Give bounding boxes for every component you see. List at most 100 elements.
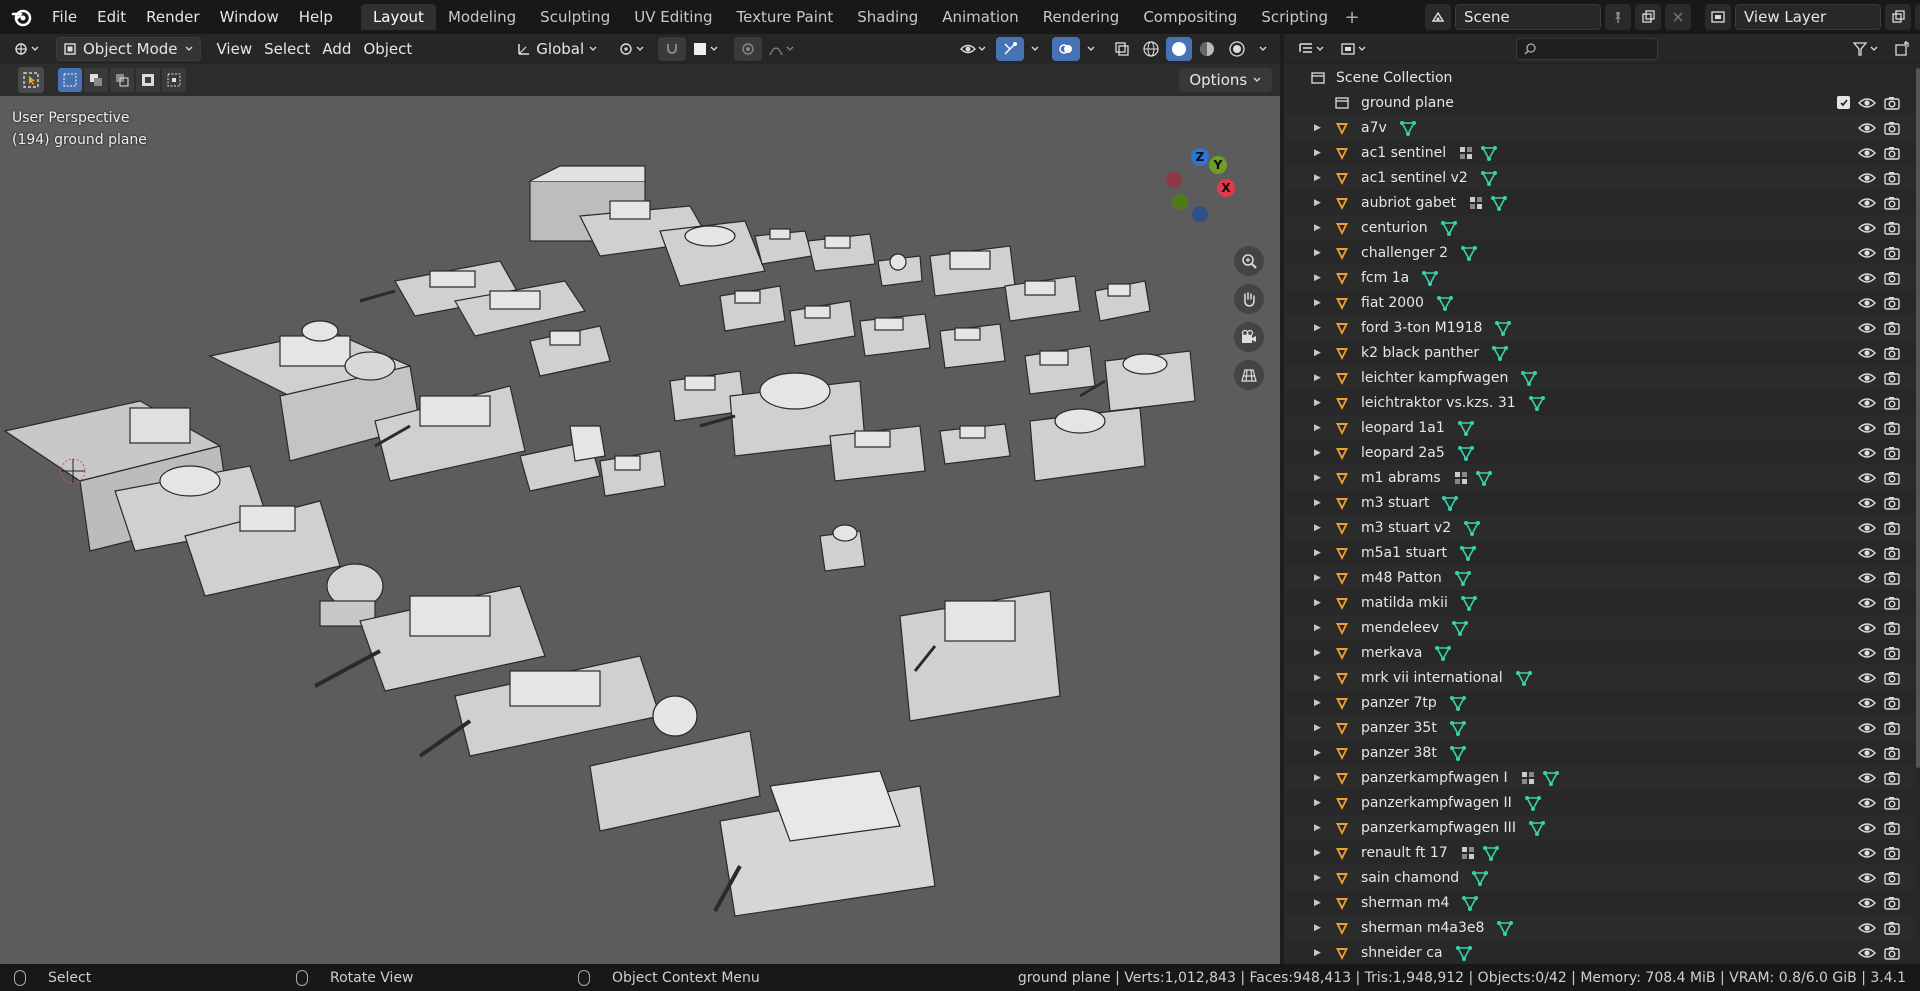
outliner-item-data-icons[interactable]	[1449, 719, 1467, 737]
expand-arrow-icon[interactable]: ▶	[1314, 948, 1321, 958]
gizmo-toggle[interactable]	[996, 37, 1024, 61]
tab-rendering[interactable]: Rendering	[1031, 4, 1132, 30]
scene-name-field[interactable]: Scene	[1455, 4, 1601, 30]
outliner-scrollbar[interactable]	[1916, 68, 1920, 768]
expand-arrow-icon[interactable]: ▶	[1314, 298, 1321, 308]
camera-render-icon[interactable]	[1884, 846, 1900, 860]
outliner-object-row[interactable]: ▶ panzer 7tp	[1284, 690, 1914, 715]
expand-arrow-icon[interactable]: ▶	[1314, 648, 1321, 658]
pin-scene-icon[interactable]	[1605, 4, 1631, 30]
expand-arrow-icon[interactable]: ▶	[1314, 723, 1321, 733]
camera-render-icon[interactable]	[1884, 271, 1900, 285]
outliner-object-row[interactable]: ▶ m3 stuart	[1284, 490, 1914, 515]
expand-arrow-icon[interactable]: ▶	[1314, 323, 1321, 333]
eye-icon[interactable]	[1858, 146, 1876, 160]
outliner-item-data-icons[interactable]	[1468, 194, 1508, 212]
camera-render-icon[interactable]	[1884, 621, 1900, 635]
view-layer-name-field[interactable]: View Layer	[1735, 4, 1881, 30]
outliner-item-data-icons[interactable]	[1436, 294, 1454, 312]
expand-arrow-icon[interactable]: ▶	[1314, 473, 1321, 483]
eye-icon[interactable]	[1858, 296, 1876, 310]
tab-sculpting[interactable]: Sculpting	[528, 4, 622, 30]
shading-wireframe-button[interactable]	[1136, 37, 1166, 61]
menu-render[interactable]: Render	[136, 4, 209, 30]
menu-window[interactable]: Window	[210, 4, 289, 30]
outliner-item-data-icons[interactable]	[1421, 269, 1439, 287]
scene-browse-icon[interactable]	[1425, 4, 1451, 30]
outliner-item-data-icons[interactable]	[1524, 794, 1542, 812]
outliner-object-row[interactable]: ▶ ac1 sentinel v2	[1284, 165, 1914, 190]
outliner-item-data-icons[interactable]	[1449, 744, 1467, 762]
expand-arrow-icon[interactable]: ▶	[1314, 873, 1321, 883]
camera-render-icon[interactable]	[1884, 396, 1900, 410]
expand-arrow-icon[interactable]: ▶	[1314, 748, 1321, 758]
eye-icon[interactable]	[1858, 496, 1876, 510]
eye-icon[interactable]	[1858, 621, 1876, 635]
visibility-dropdown[interactable]	[954, 37, 996, 61]
outliner-object-row[interactable]: ▶ leichtraktor vs.kzs. 31	[1284, 390, 1914, 415]
editor-type-button[interactable]	[8, 37, 48, 61]
filter-dropdown[interactable]	[1846, 37, 1888, 61]
outliner-collection-row[interactable]: ground plane	[1284, 90, 1914, 115]
tab-compositing[interactable]: Compositing	[1131, 4, 1249, 30]
expand-arrow-icon[interactable]: ▶	[1314, 523, 1321, 533]
pivot-point-button[interactable]	[612, 37, 654, 61]
outliner-object-row[interactable]: ▶ panzerkampfwagen I	[1284, 765, 1914, 790]
eye-icon[interactable]	[1858, 771, 1876, 785]
delete-scene-icon[interactable]	[1665, 4, 1691, 30]
eye-icon[interactable]	[1858, 696, 1876, 710]
outliner-root-row[interactable]: Scene Collection	[1284, 65, 1914, 90]
display-mode-dropdown[interactable]	[1334, 37, 1376, 61]
eye-icon[interactable]	[1858, 821, 1876, 835]
camera-render-icon[interactable]	[1884, 421, 1900, 435]
eye-icon[interactable]	[1858, 321, 1876, 335]
outliner-object-row[interactable]: ▶ challenger 2	[1284, 240, 1914, 265]
camera-render-icon[interactable]	[1884, 796, 1900, 810]
eye-icon[interactable]	[1858, 396, 1876, 410]
outliner-object-row[interactable]: ▶ leopard 1a1	[1284, 415, 1914, 440]
outliner-item-data-icons[interactable]	[1463, 519, 1481, 537]
camera-render-icon[interactable]	[1884, 171, 1900, 185]
gizmo-neg-x-axis[interactable]	[1166, 172, 1182, 188]
eye-icon[interactable]	[1858, 946, 1876, 960]
tab-scripting[interactable]: Scripting	[1249, 4, 1340, 30]
camera-render-icon[interactable]	[1884, 196, 1900, 210]
outliner-item-data-icons[interactable]	[1440, 219, 1458, 237]
outliner-item-data-icons[interactable]	[1480, 169, 1498, 187]
eye-icon[interactable]	[1858, 421, 1876, 435]
expand-arrow-icon[interactable]: ▶	[1314, 223, 1321, 233]
outliner-item-data-icons[interactable]	[1528, 819, 1546, 837]
outliner-object-row[interactable]: ▶ m3 stuart v2	[1284, 515, 1914, 540]
expand-arrow-icon[interactable]: ▶	[1314, 673, 1321, 683]
camera-render-icon[interactable]	[1884, 771, 1900, 785]
outliner-object-row[interactable]: ▶ mrk vii international	[1284, 665, 1914, 690]
outliner-object-row[interactable]: ▶ merkava	[1284, 640, 1914, 665]
camera-render-icon[interactable]	[1884, 671, 1900, 685]
outliner-object-row[interactable]: ▶ leichter kampfwagen	[1284, 365, 1914, 390]
select-box-tool[interactable]	[18, 67, 44, 93]
select-mode-extend[interactable]	[84, 68, 108, 92]
camera-render-icon[interactable]	[1884, 946, 1900, 960]
shading-solid-button[interactable]	[1166, 37, 1192, 61]
outliner-object-row[interactable]: ▶ panzer 35t	[1284, 715, 1914, 740]
tank-model[interactable]	[829, 425, 926, 482]
outliner-item-data-icons[interactable]	[1434, 644, 1452, 662]
navigation-gizmo[interactable]: Y Z X	[1164, 146, 1244, 228]
pan-button[interactable]	[1234, 284, 1264, 314]
exclude-checkbox[interactable]	[1837, 96, 1850, 109]
eye-icon[interactable]	[1858, 846, 1876, 860]
snap-target-dropdown[interactable]	[686, 37, 728, 61]
camera-render-icon[interactable]	[1884, 446, 1900, 460]
outliner-item-data-icons[interactable]	[1528, 394, 1546, 412]
outliner-object-row[interactable]: ▶ centurion	[1284, 215, 1914, 240]
eye-icon[interactable]	[1858, 446, 1876, 460]
viewport-scene[interactable]	[0, 96, 1280, 964]
camera-render-icon[interactable]	[1884, 746, 1900, 760]
select-mode-intersect[interactable]	[162, 68, 186, 92]
outliner-item-data-icons[interactable]	[1453, 469, 1493, 487]
camera-render-icon[interactable]	[1884, 896, 1900, 910]
expand-arrow-icon[interactable]: ▶	[1314, 548, 1321, 558]
outliner-object-row[interactable]: ▶ matilda mkii	[1284, 590, 1914, 615]
camera-view-button[interactable]	[1234, 322, 1264, 352]
perspective-toggle-button[interactable]	[1234, 360, 1264, 390]
